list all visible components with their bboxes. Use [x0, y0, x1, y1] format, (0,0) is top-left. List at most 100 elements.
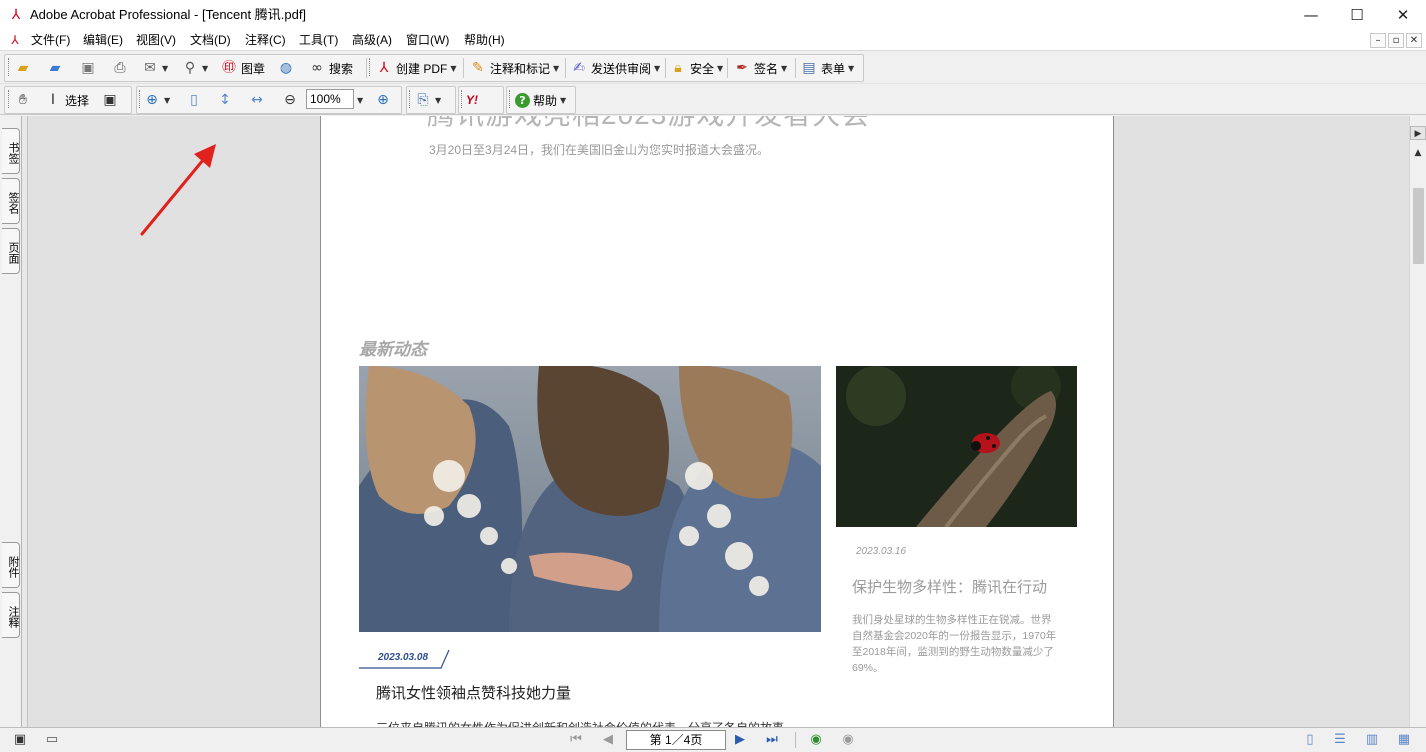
attach-button[interactable]: ⚲ ▼ [181, 57, 208, 79]
forms-button[interactable]: ▤ 表单 ▼ [800, 57, 854, 79]
event-subtitle: 3月20日至3月24日，我们在美国旧金山为您实时报道大会盛况。 [429, 143, 770, 157]
title-bar: ⅄ Adobe Acrobat Professional - [Tencent … [0, 0, 1426, 30]
chevron-down-icon: ▼ [162, 63, 169, 73]
chevron-down-icon: ▼ [553, 63, 560, 73]
toolbar-grip[interactable] [509, 90, 512, 108]
actual-size-button[interactable]: ▯ [185, 89, 203, 111]
organizer-button[interactable]: ▰ [46, 57, 64, 79]
menu-document[interactable]: 文档(D) [190, 33, 231, 48]
tab-pages[interactable]: 页面 [2, 228, 20, 274]
vertical-scrollbar[interactable]: ▶ ▲ [1409, 116, 1426, 727]
select-tool-button[interactable]: I 选择 [44, 89, 89, 111]
last-page-button[interactable]: ⏭ [762, 731, 782, 749]
send-review-label: 发送供审阅 [591, 61, 652, 76]
hand-tool-button[interactable]: ✋︎ [14, 89, 32, 111]
continuous-facing-layout-icon[interactable]: ▦ [1394, 731, 1414, 749]
menu-advanced[interactable]: 高级(A) [352, 33, 392, 48]
zoom-dropdown-icon[interactable]: ▼ [357, 96, 363, 105]
globe-icon: ◍ [279, 60, 293, 76]
menu-tools[interactable]: 工具(T) [299, 33, 338, 48]
search-button[interactable]: ∞ 搜索 [308, 57, 353, 79]
next-view-button[interactable]: ◉ [838, 731, 858, 749]
status-divider [795, 732, 796, 748]
zoom-input[interactable]: 100% [306, 89, 354, 109]
security-label: 安全 [690, 61, 715, 76]
article1-body: 三位来自腾讯的女性作为促进创新和创造社会价值的代表，分享了各自的故事。 [376, 719, 796, 727]
article2-title: 保护生物多样性：腾讯在行动 [852, 579, 1048, 596]
document-viewport[interactable]: 腾讯游戏亮相2023游戏开发者大会 3月20日至3月24日，我们在美国旧金山为您… [28, 116, 1409, 727]
page-icon: ▯ [190, 92, 198, 108]
menu-edit[interactable]: 编辑(E) [83, 33, 123, 48]
zoom-out-button[interactable]: ⊖ [281, 89, 299, 111]
minimize-button[interactable]: — [1288, 0, 1334, 30]
toolbar-grip[interactable] [409, 90, 412, 108]
scroll-up-icon[interactable]: ▲ [1410, 146, 1426, 160]
single-page-layout-icon[interactable]: ▯ [1300, 731, 1320, 749]
sign-button[interactable]: ✒ 签名 ▼ [733, 57, 787, 79]
web-search-button[interactable]: ◍ [277, 57, 295, 79]
previous-page-button[interactable]: ◀ [598, 731, 618, 749]
send-review-button[interactable]: ✍ 发送供审阅 ▼ [570, 57, 660, 79]
status-bar: ▣ ▭ ⏮ ◀ 第 1／4页 ▶ ⏭ ◉ ◉ ▯ ☰ ▥ ▦ [0, 727, 1426, 752]
document-icon[interactable]: ⅄ [8, 33, 22, 47]
chevron-down-icon: ▼ [450, 63, 457, 73]
toolbar-divider [665, 58, 666, 78]
toolbar-grip[interactable] [8, 90, 11, 108]
help-label: 帮助 [533, 93, 558, 108]
tab-bookmarks[interactable]: 书签 [2, 128, 20, 174]
print-button[interactable]: ⎙ [111, 57, 129, 79]
snapshot-button[interactable]: ▣ [101, 89, 119, 111]
yahoo-logo-icon: Y! [466, 93, 478, 107]
toolbar-grip[interactable] [369, 58, 372, 76]
menu-help[interactable]: 帮助(H) [464, 33, 505, 48]
page-size-icon[interactable]: ▭ [42, 731, 62, 749]
fit-width-button[interactable]: ↔ [248, 89, 266, 111]
menu-bar: ⅄ 文件(F) 编辑(E) 视图(V) 文档(D) 注释(C) 工具(T) 高级… [0, 30, 1426, 51]
page-thumbnail-icon[interactable]: ▣ [10, 731, 30, 749]
doc-close-button[interactable]: ✕ [1406, 33, 1422, 48]
comment-markup-button[interactable]: ✎ 注释和标记 ▼ [469, 57, 559, 79]
menu-comments[interactable]: 注释(C) [245, 33, 286, 48]
open-button[interactable]: ▰ [14, 57, 32, 79]
panel-expand-icon[interactable]: ▶ [1410, 126, 1426, 140]
doc-restore-button[interactable]: ▫ [1388, 33, 1404, 48]
tab-comments[interactable]: 注释 [2, 592, 20, 638]
toolbar-grip[interactable] [8, 58, 11, 76]
fit-page-button[interactable]: ↕ [216, 89, 234, 111]
yahoo-search-button[interactable]: Y! [466, 89, 478, 111]
save-button[interactable]: ▣ [79, 57, 97, 79]
zoom-in-button[interactable]: ⊕ [374, 89, 392, 111]
article2-body-line: 自然基金会2020年的一份报告显示，1970年 [852, 630, 1057, 642]
scroll-thumb[interactable] [1413, 188, 1424, 264]
stamp-button[interactable]: ㊞图章 [220, 57, 265, 79]
rotate-view-button[interactable]: ⎘ ▼ [414, 89, 441, 111]
security-button[interactable]: 🔒︎ 安全 ▼ [669, 57, 723, 79]
event-heading: 腾讯游戏亮相2023游戏开发者大会 [427, 116, 870, 130]
tab-signatures[interactable]: 签名 [2, 178, 20, 224]
continuous-layout-icon[interactable]: ☰ [1330, 731, 1350, 749]
stamp-label: 图章 [241, 61, 266, 76]
pdf-page[interactable]: 腾讯游戏亮相2023游戏开发者大会 3月20日至3月24日，我们在美国旧金山为您… [320, 116, 1114, 727]
next-page-button[interactable]: ▶ [730, 731, 750, 749]
email-button[interactable]: ✉ ▼ [141, 57, 168, 79]
first-page-button[interactable]: ⏮ [566, 731, 586, 749]
help-button[interactable]: ? 帮助 ▼ [515, 89, 566, 111]
maximize-button[interactable]: ☐ [1334, 0, 1380, 30]
toolbar-grip[interactable] [461, 90, 464, 108]
previous-view-button[interactable]: ◉ [806, 731, 826, 749]
text-cursor-icon: I [50, 92, 56, 108]
toolbar-grip[interactable] [139, 90, 142, 108]
doc-minimize-button[interactable]: – [1370, 33, 1386, 48]
menu-window[interactable]: 窗口(W) [406, 33, 449, 48]
menu-view[interactable]: 视图(V) [136, 33, 176, 48]
toolbar-divider [795, 58, 796, 78]
create-pdf-button[interactable]: ⅄ 创建 PDF ▼ [375, 57, 457, 79]
article2-body-line: 至2018年间，监测到的野生动物数量减少了 [852, 646, 1054, 658]
zoom-tool-button[interactable]: ⊕ ▼ [143, 89, 170, 111]
tab-attachments[interactable]: 附件 [2, 542, 20, 588]
page-number-input[interactable]: 第 1／4页 [626, 730, 726, 750]
close-button[interactable]: ✕ [1380, 0, 1426, 30]
facing-layout-icon[interactable]: ▥ [1362, 731, 1382, 749]
red-arrow-icon [140, 144, 216, 236]
menu-file[interactable]: 文件(F) [31, 33, 70, 48]
